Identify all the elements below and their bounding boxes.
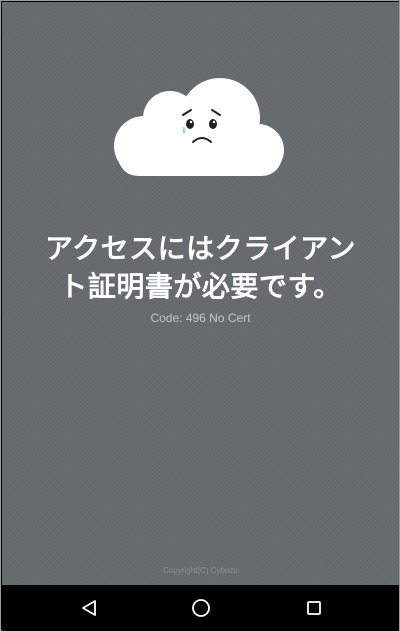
home-button[interactable] xyxy=(186,593,216,623)
back-button[interactable] xyxy=(74,593,104,623)
recents-square-icon xyxy=(307,601,321,615)
android-navigation-bar xyxy=(2,585,399,631)
sad-cloud-icon xyxy=(114,78,284,176)
device-frame: アクセスにはクライアン ト証明書が必要です。 Code: 496 No Cert… xyxy=(0,0,400,631)
recents-button[interactable] xyxy=(299,593,329,623)
error-code: Code: 496 No Cert xyxy=(150,311,251,325)
error-message-line1: アクセスにはクライアン xyxy=(45,232,356,265)
home-circle-icon xyxy=(192,599,210,617)
back-triangle-icon xyxy=(82,600,96,616)
error-message: アクセスにはクライアン ト証明書が必要です。 xyxy=(2,230,399,306)
copyright-text: Copyright(C) Cybozu xyxy=(163,566,238,575)
error-message-line2: ト証明書が必要です。 xyxy=(59,270,342,303)
error-screen: アクセスにはクライアン ト証明書が必要です。 Code: 496 No Cert… xyxy=(2,2,399,585)
